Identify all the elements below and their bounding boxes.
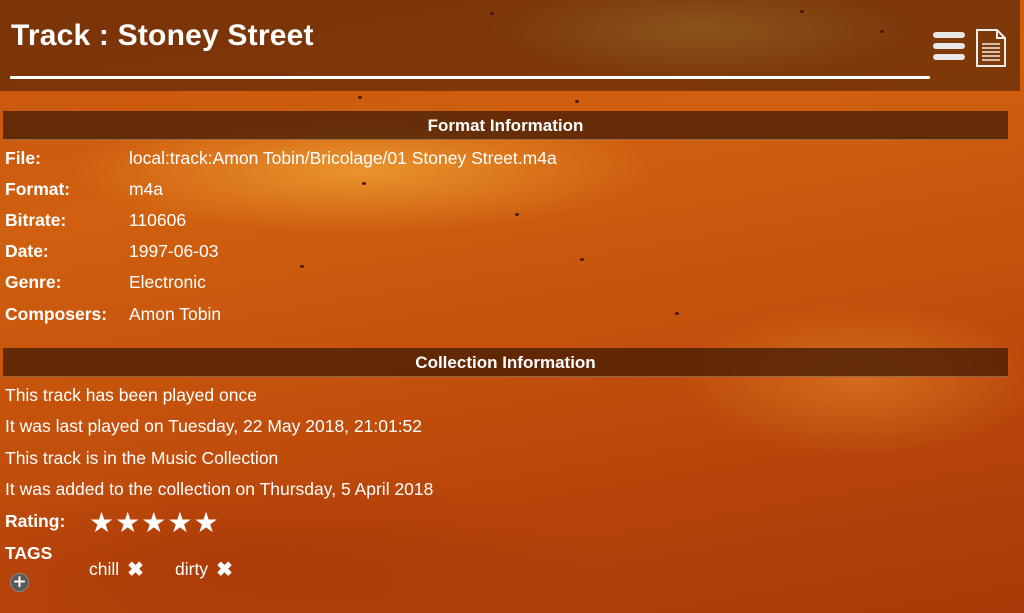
bitrate-value: 110606 <box>129 210 187 230</box>
genre-value: Electronic <box>129 272 206 292</box>
date-added-text: It was added to the collection on Thursd… <box>5 479 434 499</box>
star-icon[interactable]: ★ <box>115 509 140 537</box>
bitrate-label: Bitrate: <box>5 210 67 230</box>
background-decoration <box>580 258 584 261</box>
collection-membership-text: This track is in the Music Collection <box>5 448 279 468</box>
genre-label: Genre: <box>5 272 62 292</box>
composers-value: Amon Tobin <box>129 304 222 324</box>
collection-information-heading: Collection Information <box>3 348 1008 377</box>
tags-label: TAGS <box>5 543 53 563</box>
file-label: File: <box>5 148 41 168</box>
date-value: 1997-06-03 <box>129 241 219 261</box>
background-decoration <box>575 100 579 103</box>
format-value: m4a <box>129 179 164 199</box>
star-icon[interactable]: ★ <box>193 509 218 537</box>
star-icon[interactable]: ★ <box>167 509 192 537</box>
format-label: Format: <box>5 179 71 199</box>
tag-label: chill <box>89 559 120 579</box>
background-decoration <box>300 265 304 268</box>
tag-label: dirty <box>175 559 209 579</box>
hamburger-menu-icon[interactable] <box>933 32 965 60</box>
star-icon[interactable]: ★ <box>89 509 114 537</box>
remove-tag-icon[interactable]: ✖ <box>216 558 233 582</box>
add-tag-button[interactable]: + <box>10 573 29 592</box>
remove-tag-icon[interactable]: ✖ <box>127 558 144 582</box>
format-information-heading: Format Information <box>3 111 1008 140</box>
play-count-text: This track has been played once <box>5 385 257 405</box>
rating-label: Rating: <box>5 511 66 531</box>
background-decoration <box>675 312 679 315</box>
tag-dirty: dirty ✖ <box>175 557 233 582</box>
background-decoration <box>362 182 366 185</box>
date-label: Date: <box>5 241 49 261</box>
rating-stars: ★ ★ ★ ★ ★ <box>89 509 219 537</box>
last-played-text: It was last played on Tuesday, 22 May 20… <box>5 416 423 436</box>
document-icon[interactable] <box>975 28 1007 68</box>
file-value: local:track:Amon Tobin/Bricolage/01 Ston… <box>129 148 557 168</box>
tag-chill: chill ✖ <box>89 557 144 582</box>
composers-label: Composers: <box>5 304 108 324</box>
star-icon[interactable]: ★ <box>141 509 166 537</box>
page-title: Track : Stoney Street <box>11 19 314 52</box>
background-decoration <box>358 96 362 99</box>
background-decoration <box>515 213 519 216</box>
title-underline <box>10 76 930 79</box>
page-header: Track : Stoney Street <box>0 0 1020 91</box>
